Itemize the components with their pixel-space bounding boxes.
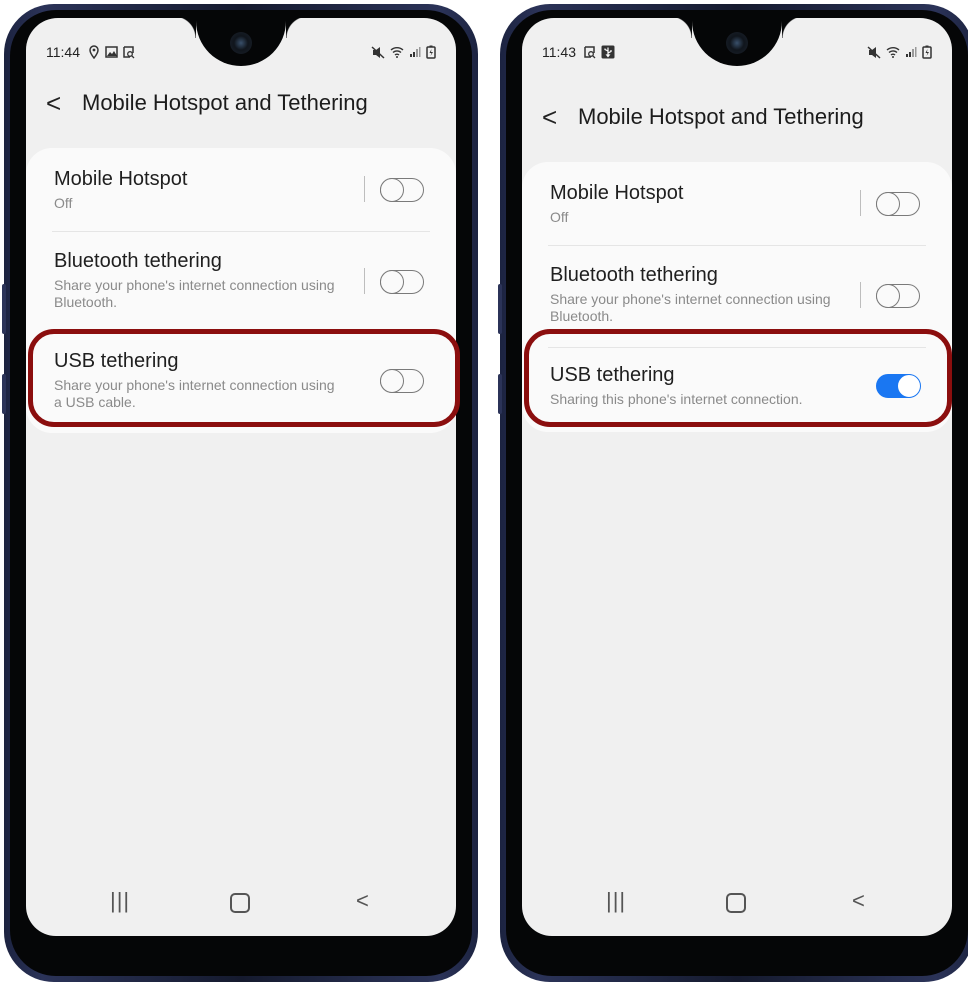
- back-button[interactable]: <: [542, 104, 578, 130]
- signal-icon: [410, 47, 421, 57]
- back-button[interactable]: <: [46, 90, 82, 116]
- mute-icon: [867, 45, 881, 59]
- bluetooth-tethering-description: Share your phone's internet connection u…: [54, 277, 335, 310]
- app-header: < Mobile Hotspot and Tethering: [46, 83, 436, 123]
- status-time: 11:43: [542, 44, 576, 60]
- recent-apps-button[interactable]: |||: [110, 890, 130, 912]
- right-phone: 11:43 < Mobile Hotspot and Tethering Mob…: [498, 4, 968, 982]
- separator: [52, 231, 430, 232]
- page-title: Mobile Hotspot and Tethering: [82, 90, 368, 115]
- bluetooth-tethering-label: Bluetooth tethering: [54, 250, 222, 272]
- image-icon: [105, 46, 118, 58]
- mobile-hotspot-label: Mobile Hotspot: [54, 168, 188, 190]
- mobile-hotspot-status: Off: [54, 195, 73, 211]
- toggle-knob: [875, 283, 900, 308]
- status-bar: 11:44: [46, 42, 436, 62]
- status-time: 11:44: [46, 44, 80, 60]
- toggle-knob: [379, 269, 404, 294]
- bluetooth-tethering-label: Bluetooth tethering: [550, 264, 718, 286]
- battery-icon: [922, 45, 932, 59]
- navigation-bar: ||| <: [522, 876, 952, 936]
- screenshot-icon: [584, 45, 596, 58]
- mobile-hotspot-toggle[interactable]: [379, 177, 424, 202]
- highlight-box: [524, 329, 952, 427]
- row-divider: [860, 190, 861, 216]
- bluetooth-tethering-toggle[interactable]: [379, 269, 424, 294]
- bluetooth-tethering-row[interactable]: Bluetooth tethering Share your phone's i…: [550, 264, 926, 325]
- nav-back-button[interactable]: <: [356, 890, 369, 912]
- toggle-knob: [379, 177, 404, 202]
- left-phone: 11:44 < Mobile Hotspot and Tethering Mob…: [2, 4, 478, 982]
- bluetooth-tethering-row[interactable]: Bluetooth tethering Share your phone's i…: [54, 250, 430, 311]
- mobile-hotspot-row[interactable]: Mobile Hotspot Off: [54, 168, 430, 212]
- row-divider: [364, 176, 365, 202]
- power-button: [2, 374, 6, 414]
- highlight-box: [28, 329, 460, 427]
- mobile-hotspot-label: Mobile Hotspot: [550, 182, 684, 204]
- mute-icon: [371, 45, 385, 59]
- recent-apps-button[interactable]: |||: [606, 890, 626, 912]
- signal-icon: [906, 47, 917, 57]
- wifi-icon: [390, 47, 404, 58]
- left-screen: 11:44 < Mobile Hotspot and Tethering Mob…: [26, 18, 456, 936]
- home-button[interactable]: [726, 893, 746, 913]
- page-title: Mobile Hotspot and Tethering: [578, 104, 864, 129]
- row-divider: [860, 282, 861, 308]
- navigation-bar: ||| <: [26, 876, 456, 936]
- nav-back-button[interactable]: <: [852, 890, 865, 912]
- mobile-hotspot-row[interactable]: Mobile Hotspot Off: [550, 182, 926, 226]
- wifi-icon: [886, 47, 900, 58]
- power-button: [498, 374, 502, 414]
- right-screen: 11:43 < Mobile Hotspot and Tethering Mob…: [522, 18, 952, 936]
- bluetooth-tethering-toggle[interactable]: [875, 283, 920, 308]
- battery-icon: [426, 45, 436, 59]
- home-button[interactable]: [230, 893, 250, 913]
- volume-button: [2, 284, 6, 334]
- separator: [548, 245, 926, 246]
- app-header: < Mobile Hotspot and Tethering: [542, 97, 932, 137]
- toggle-knob: [875, 191, 900, 216]
- volume-button: [498, 284, 502, 334]
- mobile-hotspot-toggle[interactable]: [875, 191, 920, 216]
- location-icon: [89, 45, 99, 59]
- row-divider: [364, 268, 365, 294]
- status-bar: 11:43: [542, 42, 932, 62]
- screenshot-icon: [123, 45, 135, 58]
- usb-icon: [601, 45, 615, 59]
- bluetooth-tethering-description: Share your phone's internet connection u…: [550, 291, 831, 324]
- mobile-hotspot-status: Off: [550, 209, 569, 225]
